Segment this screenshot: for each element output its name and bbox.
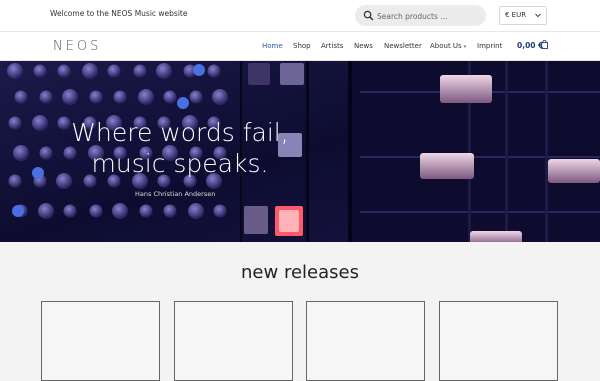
mixer-knob	[189, 90, 203, 104]
shopping-bag-icon[interactable]	[541, 40, 548, 49]
mixer-knob	[139, 204, 153, 218]
nav-about-us[interactable]: About Us ▾	[430, 42, 466, 50]
mixer-knob	[133, 64, 147, 78]
nav-news[interactable]: News	[354, 42, 373, 50]
mixer-knob	[14, 90, 28, 104]
mixer-knob	[8, 116, 22, 130]
mixer-knob	[107, 64, 121, 78]
mixer-knob	[89, 90, 103, 104]
release-card[interactable]	[439, 301, 558, 381]
mixer-knob	[113, 90, 127, 104]
chevron-down-icon: ▾	[463, 44, 467, 50]
search-icon[interactable]	[363, 10, 374, 21]
mixer-knob	[163, 204, 177, 218]
mixer-knob	[38, 203, 54, 219]
nav-home[interactable]: Home	[262, 42, 283, 50]
mixer-knob	[112, 203, 128, 219]
mixer-knob	[188, 203, 204, 219]
mixer-knob	[39, 90, 53, 104]
mixer-knob	[63, 204, 77, 218]
welcome-text: Welcome to the NEOS Music website	[50, 9, 188, 18]
mixer-knob	[13, 145, 29, 161]
release-card[interactable]	[41, 301, 160, 381]
mixer-knob-lit	[12, 205, 24, 217]
chevron-down-icon	[535, 13, 541, 18]
hero-quote-line-1: Where words fail,	[71, 118, 289, 147]
mixer-knob-lit	[193, 64, 205, 76]
nav-shop[interactable]: Shop	[293, 42, 311, 50]
mixer-knob-lit	[177, 97, 189, 109]
nav-about-us-label: About Us	[430, 42, 462, 50]
mixer-knob-lit	[32, 167, 44, 179]
mixer-knob	[212, 89, 228, 105]
hero-banner: Where words fail, music speaks. Hans Chr…	[0, 61, 600, 242]
search-box[interactable]	[355, 5, 486, 26]
mixer-knob	[163, 90, 177, 104]
mixer-knob	[33, 64, 47, 78]
nav-imprint[interactable]: Imprint	[477, 42, 502, 50]
main-navigation: NEOS Home Shop Artists News Newsletter A…	[0, 31, 600, 61]
currency-label: € EUR	[505, 11, 527, 19]
cart-total[interactable]: 0,00 €	[517, 41, 543, 50]
mixer-knob	[62, 89, 78, 105]
hero-quote-author: Hans Christian Andersen	[135, 190, 216, 198]
mixer-knob	[82, 63, 98, 79]
mixer-knob	[213, 204, 227, 218]
new-releases-heading: new releases	[241, 262, 359, 283]
mixer-knob	[39, 146, 53, 160]
mixer-knob	[138, 89, 154, 105]
mixer-knob	[57, 64, 71, 78]
currency-select[interactable]: € EUR	[499, 6, 547, 25]
mixer-knob	[8, 174, 22, 188]
release-card[interactable]	[306, 301, 425, 381]
mixer-knob	[207, 64, 221, 78]
site-logo[interactable]: NEOS	[53, 39, 101, 54]
mixer-knob	[32, 115, 48, 131]
release-card[interactable]	[174, 301, 293, 381]
top-bar: Welcome to the NEOS Music website € EUR	[0, 0, 600, 31]
mixer-knob	[156, 63, 172, 79]
mixer-knob	[7, 63, 23, 79]
hero-quote-line-2: music speaks.	[91, 149, 269, 178]
nav-artists[interactable]: Artists	[321, 42, 343, 50]
nav-newsletter[interactable]: Newsletter	[384, 42, 422, 50]
hero-quote: Where words fail, music speaks.	[60, 117, 300, 179]
mixer-knob	[89, 204, 103, 218]
search-input[interactable]	[375, 9, 483, 24]
